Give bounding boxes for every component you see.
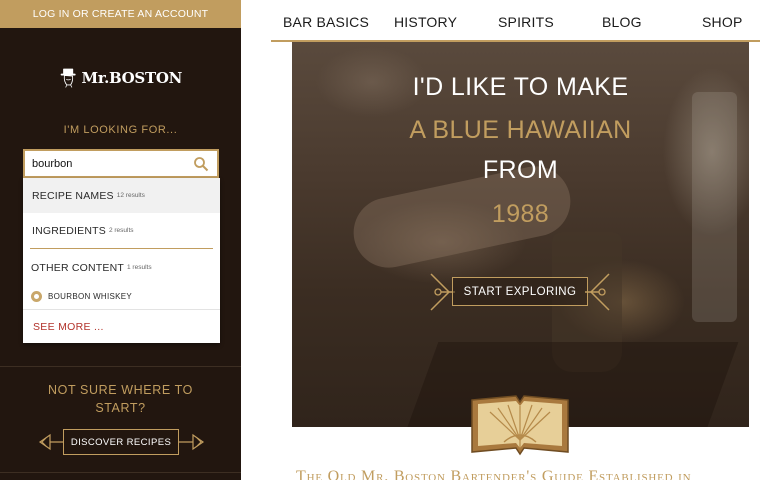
spirit-badge-icon [31, 291, 42, 302]
page-root: LOG IN OR CREATE AN ACCOUNT Mr.BOSTON I'… [0, 0, 760, 480]
see-more-link[interactable]: SEE MORE ... [23, 310, 220, 343]
hero-year[interactable]: 1988 [292, 200, 749, 229]
ingredients-option[interactable]: INGREDIENTS 2 results [23, 213, 220, 248]
logo-wordmark: Mr.BOSTON [81, 69, 183, 87]
other-content-count: 1 results [127, 264, 152, 271]
bourbon-whiskey-label: BOURBON WHISKEY [48, 292, 133, 301]
not-sure-line-2: START? [95, 401, 146, 415]
other-content-option[interactable]: OTHER CONTENT 1 results [23, 249, 220, 286]
open-book-icon [471, 395, 569, 456]
start-exploring-button[interactable]: START EXPLORING [452, 277, 588, 306]
sidebar: LOG IN OR CREATE AN ACCOUNT Mr.BOSTON I'… [0, 0, 241, 480]
nav-bar-basics[interactable]: BAR BASICS [283, 14, 369, 30]
recipe-names-count: 12 results [116, 192, 145, 199]
left-arrow-ornament-icon [38, 433, 64, 451]
hero-cocktail-name[interactable]: A BLUE HAWAIIAN [292, 116, 749, 145]
bourbon-whiskey-item[interactable]: BOURBON WHISKEY [23, 286, 220, 307]
search-input[interactable] [25, 151, 185, 176]
sidebar-bottom-divider [0, 472, 241, 473]
hero-banner: I'D LIKE TO MAKE A BLUE HAWAIIAN FROM 19… [292, 42, 749, 427]
recipe-names-option[interactable]: RECIPE NAMES 12 results [23, 178, 220, 213]
nav-history[interactable]: HISTORY [394, 14, 457, 30]
nav-shop[interactable]: SHOP [702, 14, 742, 30]
search-suggestions-dropdown: RECIPE NAMES 12 results INGREDIENTS 2 re… [23, 178, 220, 343]
not-sure-heading: NOT SURE WHERE TO START? [0, 381, 241, 417]
hero-line-3: FROM [482, 156, 559, 184]
guide-tagline: The Old Mr. Boston Bartender's Guide Est… [296, 468, 692, 480]
search-icon[interactable] [193, 156, 209, 172]
left-arrow-ornament-icon [430, 273, 455, 311]
hero-bg-bar-mat [405, 342, 739, 427]
not-sure-line-1: NOT SURE WHERE TO [48, 383, 193, 397]
ingredients-count: 2 results [108, 227, 134, 234]
looking-for-label: I'M LOOKING FOR... [63, 124, 178, 136]
other-content-label: OTHER CONTENT [31, 261, 125, 274]
mr-boston-logo[interactable]: Mr.BOSTON [60, 62, 182, 94]
sidebar-divider [0, 366, 241, 367]
search-box [23, 149, 219, 178]
gentleman-hat-icon [60, 68, 76, 88]
nav-spirits[interactable]: SPIRITS [498, 14, 554, 30]
start-exploring-group: START EXPLORING [427, 272, 613, 312]
discover-recipes-button[interactable]: DISCOVER RECIPES [63, 429, 179, 455]
right-arrow-ornament-icon [585, 273, 610, 311]
recipe-names-label: RECIPE NAMES [32, 189, 114, 202]
discover-recipes-group: DISCOVER RECIPES [38, 429, 205, 456]
nav-blog[interactable]: BLOG [602, 14, 642, 30]
right-arrow-ornament-icon [179, 433, 205, 451]
login-create-account-link[interactable]: LOG IN OR CREATE AN ACCOUNT [0, 0, 241, 28]
hero-line-1: I'D LIKE TO MAKE [412, 73, 629, 101]
ingredients-label: INGREDIENTS [32, 224, 106, 237]
main-nav: BAR BASICS HISTORY SPIRITS BLOG SHOP [271, 0, 760, 42]
